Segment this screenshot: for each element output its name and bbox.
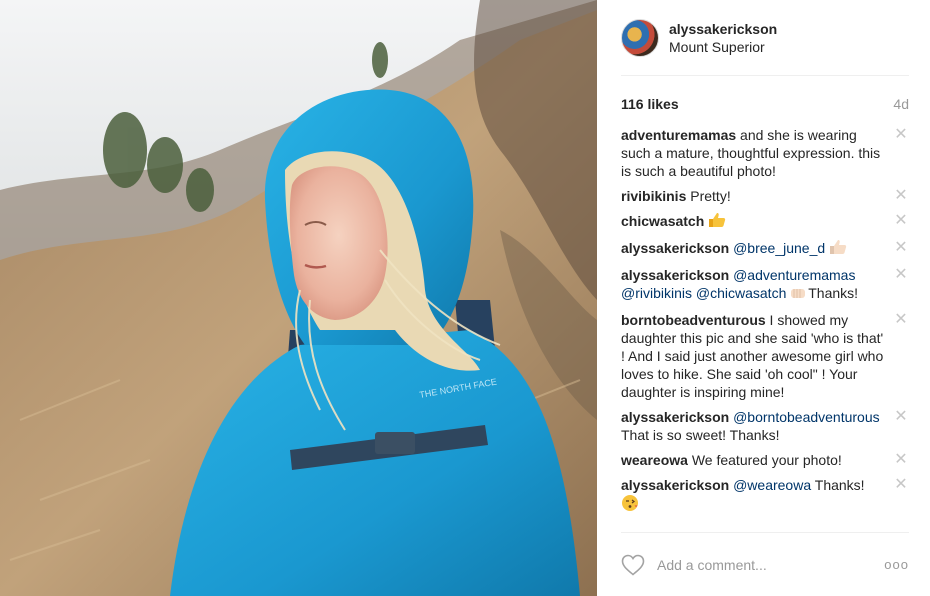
thumbs-up-icon <box>829 239 847 259</box>
close-icon[interactable]: ✕ <box>893 267 909 283</box>
instagram-post: THE NORTH FACE alyssakerickson Mount Sup… <box>0 0 930 596</box>
close-icon[interactable]: ✕ <box>893 240 909 256</box>
comment-author[interactable]: weareowa <box>621 452 688 468</box>
user-block: alyssakerickson Mount Superior <box>669 20 777 56</box>
close-icon[interactable]: ✕ <box>893 127 909 143</box>
comment-text: Thanks! <box>808 285 859 301</box>
comment-item: alyssakerickson @adventuremamas @rivibik… <box>621 266 909 304</box>
comment-item: weareowa We featured your photo! ✕ <box>621 451 909 469</box>
comment-author[interactable]: alyssakerickson <box>621 267 729 283</box>
comment-mention[interactable]: @adventuremamas <box>733 267 855 283</box>
comment-text: That is so sweet! Thanks! <box>621 427 780 443</box>
comment-mention[interactable]: @weareowa <box>733 477 811 493</box>
close-icon[interactable]: ✕ <box>893 452 909 468</box>
comment-author[interactable]: alyssakerickson <box>621 240 729 256</box>
comment-item: alyssakerickson @bree_june_d ✕ <box>621 239 909 259</box>
comment-mention[interactable]: @borntobeadventurous <box>733 409 880 425</box>
photo-illustration: THE NORTH FACE <box>0 0 597 596</box>
post-photo[interactable]: THE NORTH FACE <box>0 0 597 596</box>
comment-mention[interactable]: @chicwasatch <box>696 285 786 301</box>
comment-item: alyssakerickson @weareowa Thanks! ✕ <box>621 476 909 516</box>
comment-text: We featured your photo! <box>687 452 842 468</box>
comment-mention[interactable]: @rivibikinis <box>621 285 692 301</box>
comment-list: adventuremamas and she is wearing such a… <box>621 126 909 516</box>
comment-item: adventuremamas and she is wearing such a… <box>621 126 909 180</box>
close-icon[interactable]: ✕ <box>893 213 909 229</box>
kissing-face-icon <box>621 494 639 516</box>
comment-text: Pretty! <box>686 188 731 204</box>
post-sidebar: alyssakerickson Mount Superior 116 likes… <box>597 0 930 596</box>
comment-item: borntobeadventurous I showed my daughter… <box>621 311 909 401</box>
more-options-icon[interactable]: ooo <box>884 557 909 572</box>
post-age[interactable]: 4d <box>893 96 909 112</box>
comment-item: chicwasatch ✕ <box>621 212 909 232</box>
comment-text: Thanks! <box>811 477 865 493</box>
thumbs-up-icon <box>708 212 726 232</box>
comment-input[interactable] <box>657 556 857 573</box>
comment-author[interactable]: chicwasatch <box>621 213 704 229</box>
likes-count[interactable]: 116 likes <box>621 96 679 112</box>
post-header: alyssakerickson Mount Superior <box>621 0 909 76</box>
close-icon[interactable]: ✕ <box>893 188 909 204</box>
close-icon[interactable]: ✕ <box>893 477 909 493</box>
post-stats: 116 likes 4d <box>621 95 909 113</box>
comment-footer: ooo <box>621 532 909 596</box>
comment-author[interactable]: borntobeadventurous <box>621 312 766 328</box>
comment-mention[interactable]: @bree_june_d <box>733 240 825 256</box>
close-icon[interactable]: ✕ <box>893 312 909 328</box>
close-icon[interactable]: ✕ <box>893 409 909 425</box>
avatar[interactable] <box>621 18 659 57</box>
comment-author[interactable]: rivibikinis <box>621 188 686 204</box>
heart-icon[interactable] <box>621 554 645 576</box>
comment-author[interactable]: alyssakerickson <box>621 409 729 425</box>
comment-item: rivibikinis Pretty! ✕ <box>621 187 909 205</box>
fist-bump-icon <box>790 286 808 304</box>
comment-author[interactable]: adventuremamas <box>621 127 736 143</box>
comment-item: alyssakerickson @borntobeadventurous Tha… <box>621 408 909 444</box>
comment-author[interactable]: alyssakerickson <box>621 477 729 493</box>
location-link[interactable]: Mount Superior <box>669 38 777 56</box>
username-link[interactable]: alyssakerickson <box>669 20 777 38</box>
